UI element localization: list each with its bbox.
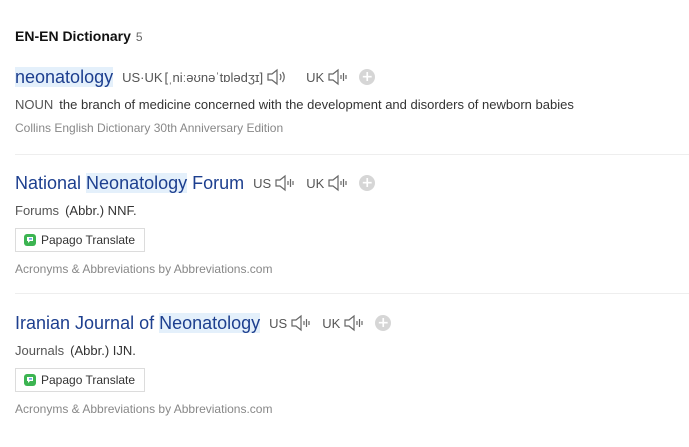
speaker-icon[interactable] <box>266 68 288 86</box>
pronunciation: US UK + <box>269 314 392 332</box>
pron-label-uk: UK <box>306 175 325 191</box>
headword-link[interactable]: National Neonatology Forum <box>15 172 244 194</box>
category-tag: Journals <box>15 343 65 358</box>
entry-national-neonatology-forum: National Neonatology Forum US UK + Forum… <box>15 171 689 276</box>
dictionary-source: Collins English Dictionary 30th Annivers… <box>15 121 284 135</box>
pron-label-uk: UK <box>306 69 325 85</box>
dictionary-source: Acronyms & Abbreviations by Abbreviation… <box>15 262 273 276</box>
speaker-icon[interactable] <box>327 68 349 86</box>
part-of-speech: NOUN <box>15 97 54 112</box>
pron-label-us: US <box>269 315 288 331</box>
pronunciation: US UK + <box>253 174 376 192</box>
speaker-icon[interactable] <box>327 174 349 192</box>
papago-translate-button[interactable]: Papago Translate <box>15 228 146 252</box>
definition: (Abbr.) IJN. <box>70 343 136 358</box>
papago-translate-label: Papago Translate <box>41 373 136 387</box>
headword-link[interactable]: neonatology <box>15 66 114 88</box>
pron-label-us: US <box>253 175 272 191</box>
speaker-icon[interactable] <box>290 314 312 332</box>
entry-neonatology: neonatology US·UK [ˌniːəʊnəˈtɒlədʒɪ] UK … <box>15 65 689 135</box>
papago-logo-icon <box>24 374 36 386</box>
papago-translate-label: Papago Translate <box>41 233 136 247</box>
speaker-icon[interactable] <box>274 174 296 192</box>
dictionary-source: Acronyms & Abbreviations by Abbreviation… <box>15 402 273 416</box>
speaker-icon[interactable] <box>343 314 365 332</box>
plus-circle-icon[interactable]: + <box>359 69 376 85</box>
category-tag: Forums <box>15 203 60 218</box>
plus-circle-icon[interactable]: + <box>359 175 376 191</box>
headword-link[interactable]: Iranian Journal of Neonatology <box>15 312 261 334</box>
papago-logo-icon <box>24 234 36 246</box>
pronunciation: US·UK [ˌniːəʊnəˈtɒlədʒɪ] UK + <box>122 68 376 86</box>
entry-divider <box>15 293 689 294</box>
pron-label-usuk: US·UK <box>122 69 163 85</box>
papago-translate-button[interactable]: Papago Translate <box>15 368 146 392</box>
pron-ipa: [ˌniːəʊnəˈtɒlədʒɪ] <box>164 69 264 85</box>
section-count: 5 <box>135 30 143 44</box>
section-title: EN-EN Dictionary <box>15 28 131 44</box>
pron-label-uk: UK <box>322 315 341 331</box>
definition: (Abbr.) NNF. <box>65 203 137 218</box>
section-header: EN-EN Dictionary 5 <box>15 28 143 46</box>
entry-divider <box>15 154 689 155</box>
plus-circle-icon[interactable]: + <box>375 315 392 331</box>
entry-iranian-journal-of-neonatology: Iranian Journal of Neonatology US UK + J… <box>15 311 689 416</box>
definition: the branch of medicine concerned with th… <box>59 97 574 112</box>
